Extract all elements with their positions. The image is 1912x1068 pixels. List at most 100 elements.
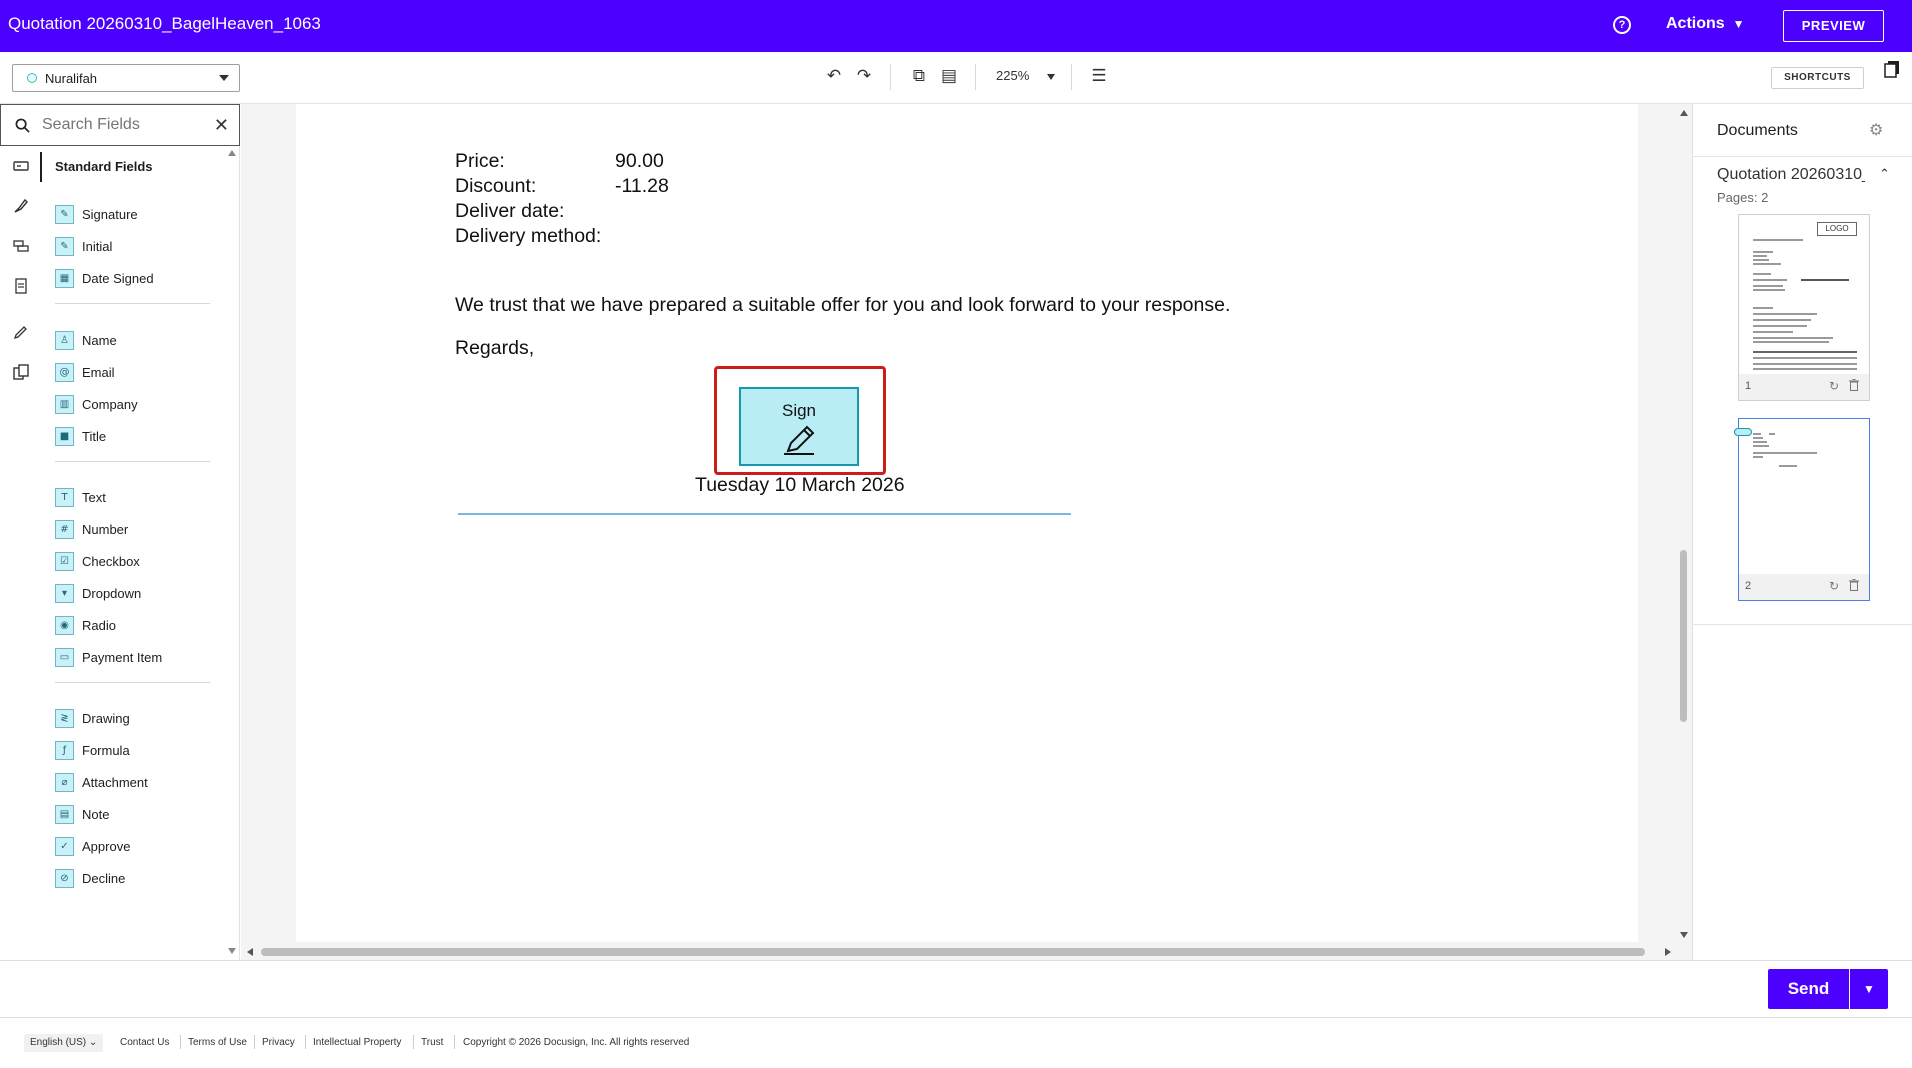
field-item-initial[interactable]: ✎ Initial xyxy=(55,235,112,257)
note-icon: ▤ xyxy=(55,804,74,824)
field-item-text[interactable]: T Text xyxy=(55,486,106,508)
divider xyxy=(1693,156,1912,157)
send-button[interactable]: Send xyxy=(1768,969,1849,1009)
field-item-company[interactable]: ▥ Company xyxy=(55,393,138,415)
horizontal-scrollbar[interactable] xyxy=(241,944,1676,960)
chevron-down-icon: ⌄ xyxy=(88,1037,98,1048)
recipient-select[interactable]: Nuralifah xyxy=(12,64,240,92)
field-item-label: Formula xyxy=(82,742,130,758)
discount-label: Discount: xyxy=(455,175,537,197)
documents-heading: Documents xyxy=(1717,122,1798,139)
field-item-approve[interactable]: ✓ Approve xyxy=(55,835,130,857)
field-item-signature[interactable]: ✎ Signature xyxy=(55,203,138,225)
divider xyxy=(55,461,210,462)
scroll-right-icon[interactable] xyxy=(1665,948,1671,956)
field-item-label: Checkbox xyxy=(82,553,140,569)
preview-button[interactable]: PREVIEW xyxy=(1783,10,1884,42)
library-icon[interactable] xyxy=(13,364,29,380)
paste-icon[interactable]: ▤ xyxy=(938,66,960,86)
toolbar-divider xyxy=(890,64,891,90)
scroll-thumb[interactable] xyxy=(1680,550,1687,722)
page-thumbnail-footer: 2 ↻ xyxy=(1739,574,1869,600)
field-item-checkbox[interactable]: ☑ Checkbox xyxy=(55,550,140,572)
help-icon[interactable]: ? xyxy=(1613,16,1631,34)
page-thumbnail-preview: LOGO xyxy=(1739,215,1869,374)
vertical-scrollbar[interactable] xyxy=(1676,104,1692,944)
field-item-label: Name xyxy=(82,332,117,348)
redo-icon[interactable]: ↷ xyxy=(853,66,875,86)
person-icon: ♙ xyxy=(55,330,74,350)
chevron-up-icon[interactable]: ⌃ xyxy=(1879,166,1890,182)
field-item-formula[interactable]: ƒ Formula xyxy=(55,739,130,761)
stacked-fields-icon[interactable] xyxy=(13,238,29,254)
field-item-note[interactable]: ▤ Note xyxy=(55,803,109,825)
terms-of-use-link[interactable]: Terms of Use xyxy=(188,1037,247,1048)
field-item-label: Signature xyxy=(82,206,138,222)
zoom-level[interactable]: 225% xyxy=(996,68,1029,83)
send-options-chevron-icon[interactable]: ▼ xyxy=(1850,969,1888,1009)
intellectual-property-link[interactable]: Intellectual Property xyxy=(313,1037,401,1048)
date-signed-text: Tuesday 10 March 2026 xyxy=(695,474,905,496)
selected-category-indicator xyxy=(40,152,42,182)
rotate-icon[interactable]: ↻ xyxy=(1829,579,1839,593)
documents-copy-icon[interactable] xyxy=(1884,60,1900,78)
radio-icon: ◉ xyxy=(55,615,74,635)
search-input[interactable] xyxy=(42,116,202,134)
field-item-name[interactable]: ♙ Name xyxy=(55,329,117,351)
field-item-label: Date Signed xyxy=(82,270,154,286)
field-item-label: Radio xyxy=(82,617,116,633)
initial-icon: ✎ xyxy=(55,236,74,256)
field-item-decline[interactable]: ⊘ Decline xyxy=(55,867,125,889)
trust-link[interactable]: Trust xyxy=(421,1037,443,1048)
search-icon xyxy=(15,118,30,133)
copy-icon[interactable]: ⧉ xyxy=(908,66,930,86)
field-item-payment-item[interactable]: ▭ Payment Item xyxy=(55,646,162,668)
signature-tools-icon[interactable] xyxy=(13,198,29,214)
price-value: 90.00 xyxy=(615,150,664,172)
gear-icon[interactable]: ⚙ xyxy=(1869,120,1883,139)
thumbnail-logo: LOGO xyxy=(1817,222,1857,236)
signature-field[interactable]: Sign xyxy=(739,387,859,466)
page-thumbnail[interactable]: LOGO 1 ↻ xyxy=(1738,214,1870,401)
document-field-icon[interactable] xyxy=(13,278,29,294)
actions-menu[interactable]: Actions ▼ xyxy=(1666,15,1745,33)
comments-icon[interactable]: ☰ xyxy=(1088,66,1110,86)
scroll-up-icon[interactable] xyxy=(228,150,236,156)
privacy-link[interactable]: Privacy xyxy=(262,1037,295,1048)
page-thumbnail-active[interactable]: 2 ↻ xyxy=(1738,418,1870,601)
contact-us-link[interactable]: Contact Us xyxy=(120,1037,169,1048)
scroll-left-icon[interactable] xyxy=(247,948,253,956)
trash-icon[interactable] xyxy=(1849,379,1859,391)
page-thumbnail-preview xyxy=(1739,419,1869,574)
field-marker-icon xyxy=(1734,428,1752,436)
clear-search-icon[interactable]: ✕ xyxy=(214,115,229,136)
field-item-email[interactable]: @ Email xyxy=(55,361,115,383)
zoom-caret-icon[interactable] xyxy=(1047,74,1055,80)
divider xyxy=(1693,624,1912,625)
standard-fields-icon[interactable] xyxy=(13,158,29,174)
scroll-down-icon[interactable] xyxy=(228,948,236,954)
field-item-drawing[interactable]: ≷ Drawing xyxy=(55,707,130,729)
pencil-icon[interactable] xyxy=(13,324,29,340)
scroll-down-icon[interactable] xyxy=(1680,932,1688,938)
scroll-up-icon[interactable] xyxy=(1680,110,1688,116)
document-name[interactable]: Quotation 20260310_BagelHeaven_1063 xyxy=(1717,166,1865,184)
scroll-thumb[interactable] xyxy=(261,948,1645,956)
dropdown-icon: ▾ xyxy=(55,583,74,603)
field-item-label: Approve xyxy=(82,838,131,854)
field-item-attachment[interactable]: ⌀ Attachment xyxy=(55,771,148,793)
language-select[interactable]: English (US) ⌄ xyxy=(24,1034,104,1052)
trash-icon[interactable] xyxy=(1849,579,1859,591)
undo-icon[interactable]: ↶ xyxy=(823,66,845,86)
hash-icon: # xyxy=(55,519,74,539)
rotate-icon[interactable]: ↻ xyxy=(1829,379,1839,393)
field-item-dropdown[interactable]: ▾ Dropdown xyxy=(55,582,141,604)
field-item-title[interactable]: ■ Title xyxy=(55,425,106,447)
language-label: English (US) xyxy=(30,1037,87,1048)
field-item-radio[interactable]: ◉ Radio xyxy=(55,614,116,636)
discount-value: -11.28 xyxy=(615,175,669,197)
field-item-number[interactable]: # Number xyxy=(55,518,128,540)
field-item-date-signed[interactable]: ▦ Date Signed xyxy=(55,267,154,289)
shortcuts-button[interactable]: SHORTCUTS xyxy=(1771,67,1864,89)
field-item-label: Title xyxy=(82,428,107,444)
